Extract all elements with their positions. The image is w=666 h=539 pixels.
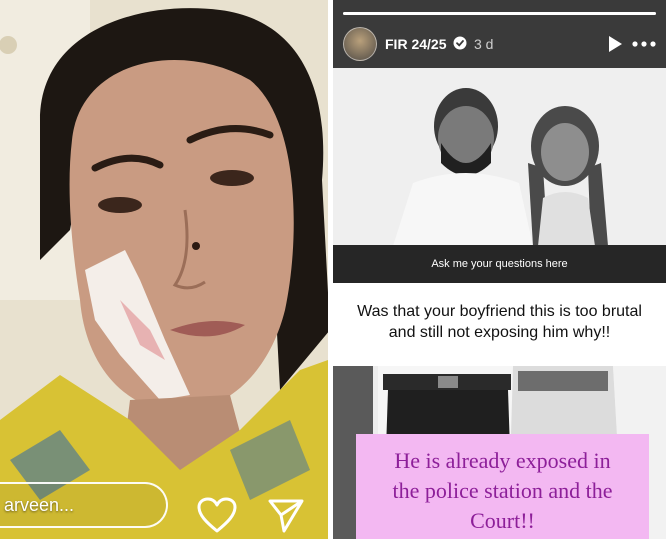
question-line: Was that your boyfriend this is too brut…: [357, 303, 642, 320]
answer-text-box: He is already exposed in the police stat…: [356, 434, 649, 539]
avatar[interactable]: [343, 27, 377, 61]
answer-line: He is already exposed in: [394, 448, 611, 473]
story-timestamp: 3 d: [474, 36, 494, 52]
story-header: FIR 24/25 3 d: [343, 27, 656, 63]
reply-input[interactable]: arveen...: [0, 482, 168, 528]
heart-icon[interactable]: [196, 496, 238, 534]
play-icon[interactable]: [607, 35, 623, 53]
reply-input-text: arveen...: [4, 494, 75, 515]
progress-fill: [343, 12, 656, 15]
right-story-panel: FIR 24/25 3 d Ask me your questions here: [333, 0, 666, 539]
username[interactable]: FIR 24/25: [385, 36, 446, 52]
more-options-icon[interactable]: [631, 35, 657, 53]
question-sticker-header: Ask me your questions here: [333, 245, 666, 283]
question-text: Was that your boyfriend this is too brut…: [343, 301, 656, 343]
story-progress-bar: [343, 12, 656, 15]
answer-line: the police station and the: [392, 478, 613, 503]
left-story-panel: arveen...: [0, 0, 328, 539]
story-photo: [0, 0, 328, 539]
send-icon[interactable]: [266, 495, 306, 535]
question-line: and still not exposing him why!!: [388, 324, 611, 341]
verified-badge-icon: [453, 36, 467, 50]
answer-line: Court!!: [470, 508, 535, 533]
couple-photo: [333, 68, 666, 246]
answer-text: He is already exposed in the police stat…: [356, 446, 649, 536]
question-sticker: Ask me your questions here Was that your…: [333, 245, 666, 366]
